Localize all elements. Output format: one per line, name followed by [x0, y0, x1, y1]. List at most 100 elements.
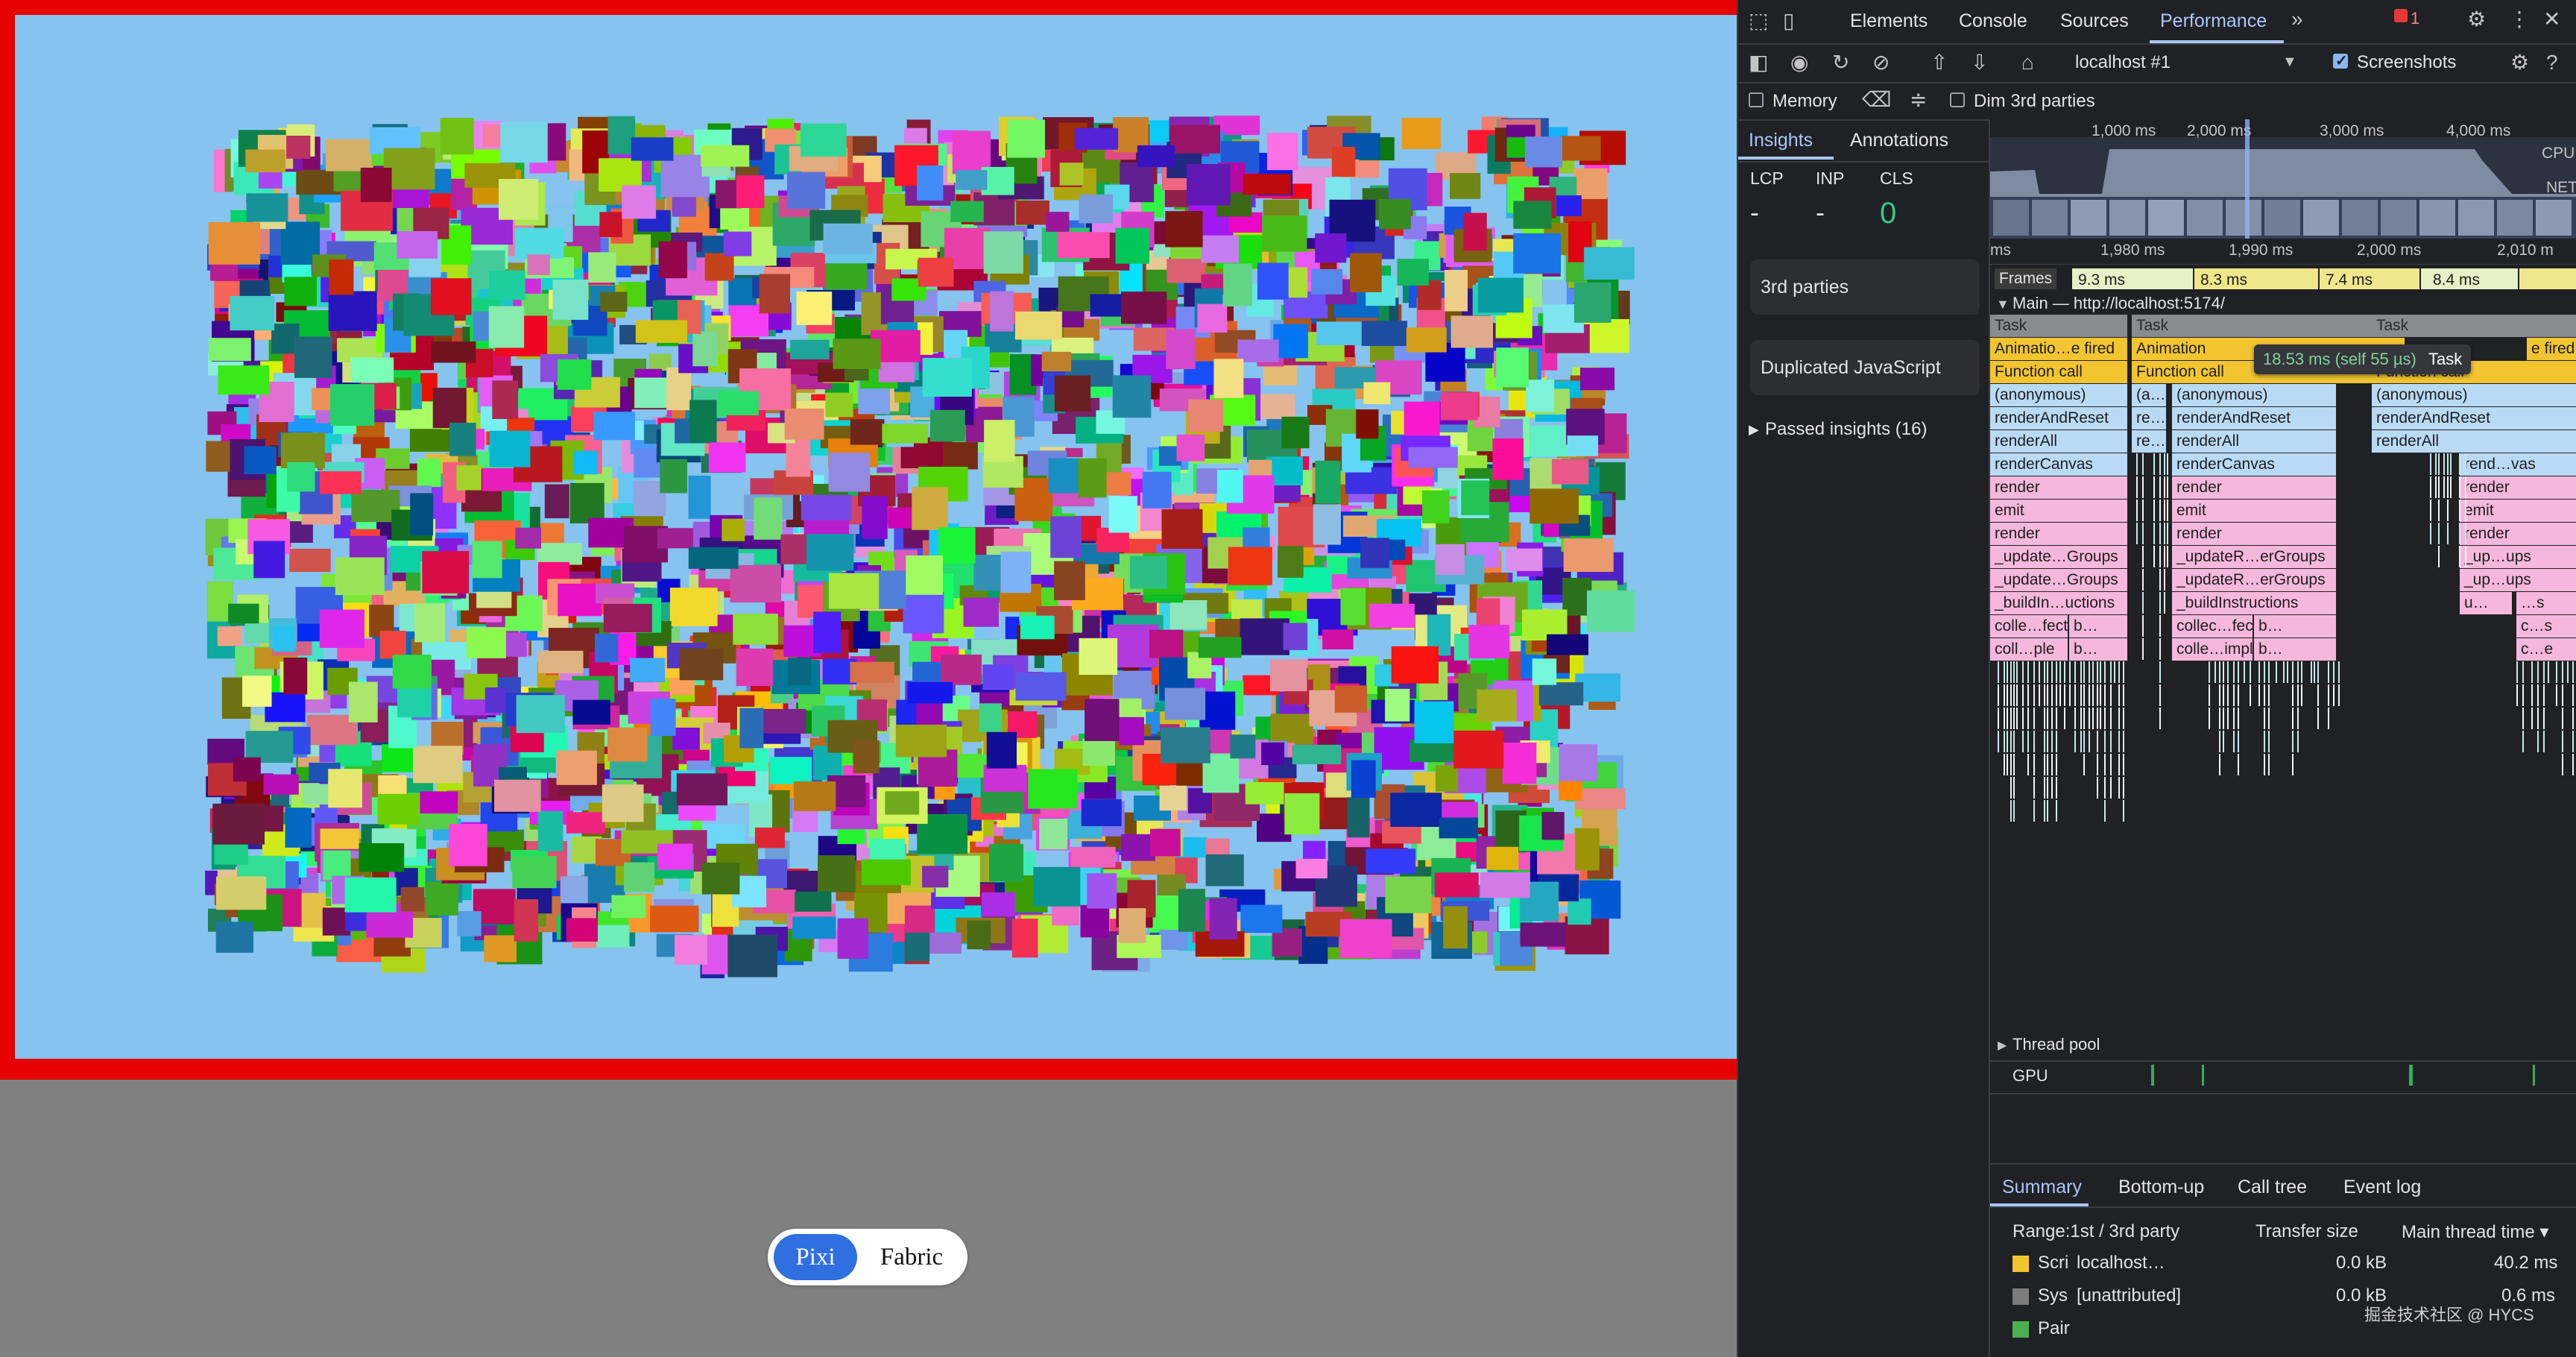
- gpu-task[interactable]: [2409, 1065, 2413, 1086]
- flame-sliver[interactable]: [2250, 684, 2251, 706]
- flame-sliver[interactable]: [2010, 661, 2012, 683]
- flame-sliver[interactable]: [2227, 684, 2229, 706]
- flame-sliver[interactable]: [2110, 661, 2112, 683]
- flame-sliver[interactable]: [2004, 708, 2005, 729]
- flame-sliver[interactable]: [2010, 708, 2012, 729]
- flame-sliver[interactable]: [2522, 684, 2524, 706]
- flame-sliver[interactable]: [2089, 731, 2090, 752]
- flame-sliver[interactable]: [2010, 731, 2012, 752]
- flame-sliver[interactable]: [1998, 661, 1999, 683]
- flame-sliver[interactable]: [2516, 684, 2518, 706]
- flame-entry[interactable]: renderAll: [2372, 430, 2576, 453]
- dim-3rd-parties-checkbox[interactable]: [1950, 92, 1965, 107]
- flame-sliver[interactable]: [2047, 684, 2048, 706]
- render-canvas[interactable]: [15, 15, 1737, 1059]
- flame-sliver[interactable]: [2059, 661, 2061, 683]
- flame-sliver[interactable]: [2142, 638, 2144, 660]
- flame-sliver[interactable]: [2010, 754, 2012, 775]
- flame-sliver[interactable]: [2004, 731, 2005, 752]
- memory-checkbox[interactable]: [1749, 92, 1764, 107]
- flame-sliver[interactable]: [2443, 453, 2445, 475]
- flame-sliver[interactable]: [2562, 754, 2563, 775]
- flame-entry[interactable]: colle…imple: [2172, 638, 2254, 661]
- flame-sliver[interactable]: [2007, 661, 2008, 683]
- frame-bar[interactable]: [2519, 268, 2576, 289]
- flame-sliver[interactable]: [2056, 800, 2057, 822]
- flame-sliver[interactable]: [2159, 500, 2161, 521]
- flame-sliver[interactable]: [2044, 708, 2045, 729]
- flame-sliver[interactable]: [2328, 684, 2329, 706]
- flame-sliver[interactable]: [2097, 754, 2098, 775]
- flame-entry[interactable]: renderAndReset: [1990, 407, 2129, 429]
- row-origin[interactable]: [unattributed]: [2077, 1285, 2181, 1306]
- device-toolbar-icon[interactable]: ▯: [1783, 10, 1794, 31]
- flame-sliver[interactable]: [2209, 661, 2210, 683]
- flame-sliver[interactable]: [2092, 684, 2094, 706]
- flame-sliver[interactable]: [2013, 754, 2015, 775]
- flame-sliver[interactable]: [2074, 731, 2076, 752]
- upload-icon[interactable]: ⇧: [1931, 52, 1948, 73]
- flame-sliver[interactable]: [2167, 500, 2168, 521]
- flame-sliver[interactable]: [2051, 661, 2053, 683]
- flame-entry[interactable]: b…: [2069, 615, 2129, 637]
- tab-bottom-up[interactable]: Bottom-up: [2118, 1177, 2204, 1198]
- flame-sliver[interactable]: [2317, 684, 2319, 706]
- flame-sliver[interactable]: [2097, 661, 2098, 683]
- flame-entry[interactable]: Task: [2372, 315, 2576, 337]
- triangle-right-icon[interactable]: ▶: [1749, 422, 1759, 438]
- flame-sliver[interactable]: [2039, 661, 2040, 683]
- flame-entry[interactable]: (a…s): [2132, 384, 2168, 406]
- flame-sliver[interactable]: [2227, 708, 2229, 729]
- flame-sliver[interactable]: [2167, 476, 2168, 498]
- overview-selection-handle[interactable]: [2245, 119, 2250, 239]
- flame-sliver[interactable]: [2328, 661, 2329, 683]
- flame-entry[interactable]: renderAndReset: [2372, 407, 2576, 429]
- flame-sliver[interactable]: [2283, 661, 2285, 683]
- flame-sliver[interactable]: [2047, 661, 2048, 683]
- flame-sliver[interactable]: [2104, 684, 2106, 706]
- flame-sliver[interactable]: [2083, 661, 2085, 683]
- flame-entry[interactable]: c…e: [2516, 638, 2576, 661]
- flame-sliver[interactable]: [1998, 684, 1999, 706]
- flame-sliver[interactable]: [2459, 500, 2460, 521]
- flame-entry[interactable]: Animatio…e fired: [1990, 338, 2129, 360]
- flame-sliver[interactable]: [2447, 500, 2449, 521]
- flame-sliver[interactable]: [2118, 754, 2120, 775]
- flame-sliver[interactable]: [2056, 708, 2057, 729]
- flame-sliver[interactable]: [2104, 731, 2106, 752]
- flame-sliver[interactable]: [2209, 684, 2210, 706]
- frames-label[interactable]: Frames: [1995, 268, 2057, 289]
- garbage-collect-icon[interactable]: ⌫: [1862, 89, 1892, 110]
- flame-sliver[interactable]: [2223, 708, 2224, 729]
- flame-sliver[interactable]: [2209, 708, 2210, 729]
- flame-sliver[interactable]: [2114, 661, 2115, 683]
- flame-sliver[interactable]: [2016, 684, 2018, 706]
- flame-sliver[interactable]: [2238, 731, 2239, 752]
- flame-sliver[interactable]: [2051, 754, 2053, 775]
- flame-sliver[interactable]: [2013, 708, 2015, 729]
- flame-sliver[interactable]: [2056, 661, 2057, 683]
- flame-sliver[interactable]: [2450, 476, 2452, 498]
- flame-sliver[interactable]: [2080, 684, 2082, 706]
- flame-sliver[interactable]: [2092, 661, 2094, 683]
- tab-performance[interactable]: Performance: [2160, 10, 2267, 32]
- flame-sliver[interactable]: [2572, 708, 2574, 729]
- sidebar-toggle-icon[interactable]: ◧: [1749, 52, 1768, 73]
- flame-sliver[interactable]: [2123, 708, 2124, 729]
- flame-sliver[interactable]: [2338, 661, 2340, 683]
- flame-sliver[interactable]: [2447, 476, 2449, 498]
- flame-sliver[interactable]: [2562, 684, 2563, 706]
- flame-sliver[interactable]: [2238, 754, 2239, 775]
- flame-sliver[interactable]: [2080, 731, 2082, 752]
- flame-sliver[interactable]: [2459, 523, 2460, 544]
- flame-sliver[interactable]: [2531, 684, 2533, 706]
- triangle-right-icon[interactable]: ▶: [1998, 1038, 2007, 1053]
- flame-sliver[interactable]: [2056, 754, 2057, 775]
- flame-sliver[interactable]: [2104, 800, 2106, 822]
- flame-sliver[interactable]: [2167, 546, 2168, 567]
- flame-sliver[interactable]: [2083, 731, 2085, 752]
- column-header-main-thread-time[interactable]: Main thread time ▾: [2402, 1221, 2548, 1243]
- flame-sliver[interactable]: [2104, 777, 2106, 799]
- flame-sliver[interactable]: [2051, 708, 2053, 729]
- flame-sliver[interactable]: [2013, 661, 2015, 683]
